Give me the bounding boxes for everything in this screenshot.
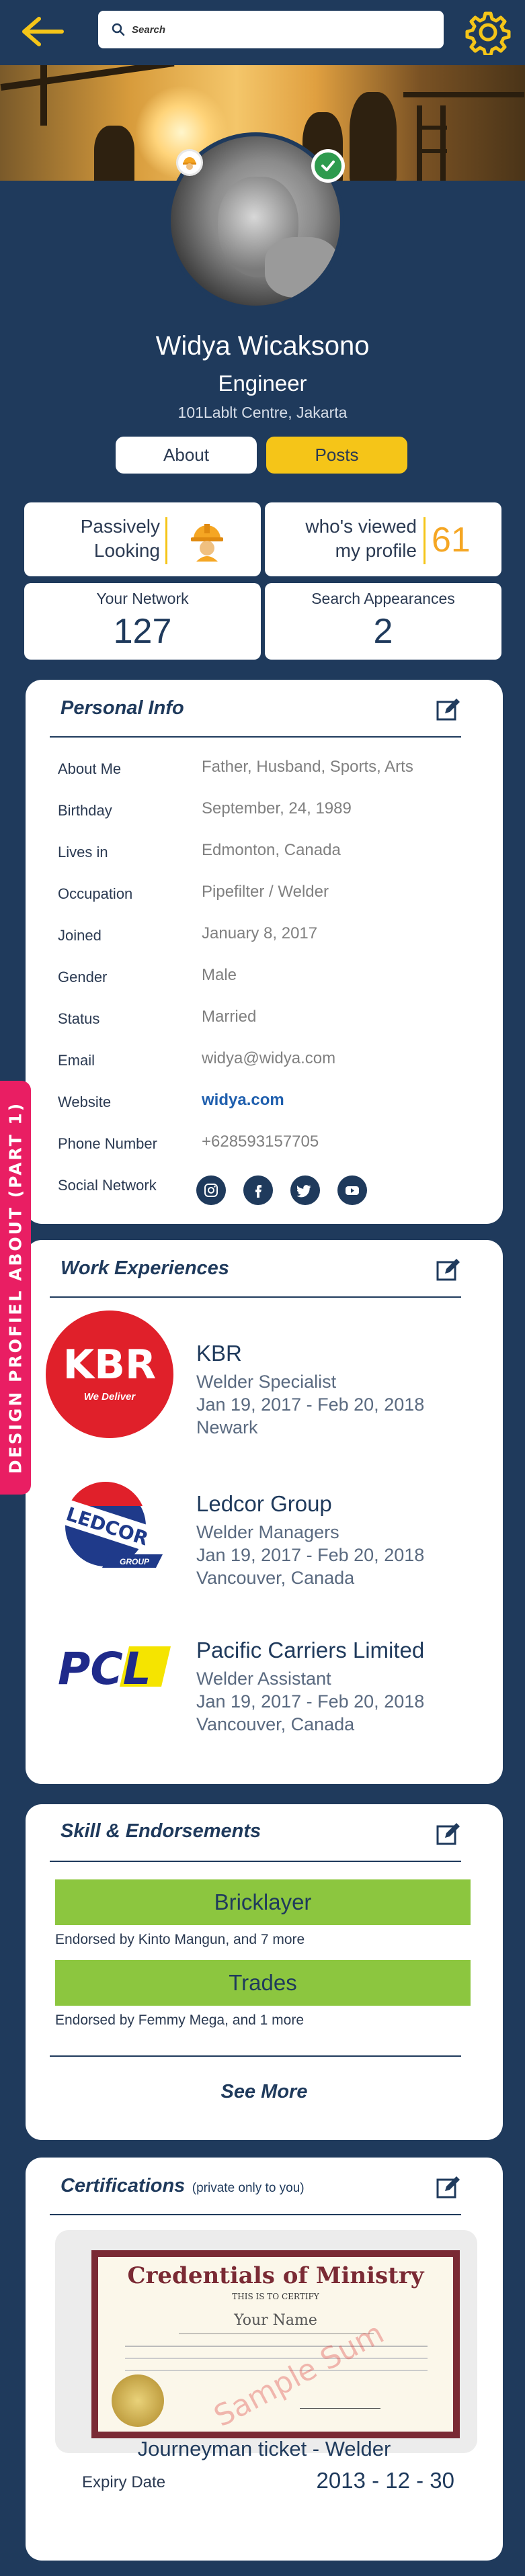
personal-info-title: Personal Info bbox=[60, 697, 184, 719]
gear-icon[interactable] bbox=[465, 9, 511, 55]
tab-posts[interactable]: Posts bbox=[266, 437, 407, 474]
edit-icon[interactable] bbox=[436, 697, 461, 723]
skills-title: Skill & Endorsements bbox=[60, 1820, 261, 1842]
skill-endorsement: Endorsed by Kinto Mangun, and 7 more bbox=[55, 1932, 305, 1947]
certificate-image: Credentials of Ministry THIS IS TO CERTI… bbox=[91, 2250, 460, 2438]
job-position: Welder Specialist bbox=[196, 1372, 337, 1392]
company-name: KBR bbox=[196, 1341, 242, 1366]
info-label: Phone Number bbox=[58, 1135, 157, 1152]
certificate-name: Journeyman ticket - Welder bbox=[137, 2437, 391, 2460]
facebook-icon[interactable] bbox=[243, 1175, 273, 1205]
info-value: September, 24, 1989 bbox=[202, 799, 352, 817]
skill-trades[interactable]: Trades bbox=[55, 1960, 471, 2006]
job-location: Vancouver, Canada bbox=[196, 1714, 355, 1734]
search-appearances-count: 2 bbox=[373, 612, 393, 651]
email-link[interactable]: widya@widya.com bbox=[202, 1049, 335, 1068]
skill-bricklayer[interactable]: Bricklayer bbox=[55, 1879, 471, 1925]
top-bar bbox=[0, 0, 525, 65]
company-name: Pacific Carriers Limited bbox=[196, 1638, 425, 1662]
worker-badge-icon bbox=[176, 149, 203, 176]
info-label: About Me bbox=[58, 760, 122, 777]
status-line2: Looking bbox=[93, 540, 160, 561]
ledcor-logo: LEDCOR GROUP bbox=[55, 1479, 169, 1580]
info-label: Social Network bbox=[58, 1177, 157, 1194]
personal-info-card: Personal Info About Me Father, Husband, S… bbox=[26, 680, 503, 1224]
viewed-line2: my profile bbox=[335, 540, 417, 561]
see-more-link[interactable]: See More bbox=[26, 2081, 503, 2103]
network-label: Your Network bbox=[96, 590, 189, 607]
profile-name: Widya Wicaksono bbox=[155, 331, 370, 361]
info-value: January 8, 2017 bbox=[202, 924, 318, 942]
skills-card: Skill & Endorsements Bricklayer Endorsed… bbox=[26, 1804, 503, 2140]
search-input[interactable] bbox=[132, 24, 428, 36]
company-name: Ledcor Group bbox=[196, 1491, 332, 1516]
job-dates: Jan 19, 2017 - Feb 20, 2018 bbox=[196, 1691, 425, 1712]
certifications-title-row: Certifications (private only to you) bbox=[60, 2175, 305, 2197]
job-position: Welder Assistant bbox=[196, 1669, 331, 1689]
verified-check-icon bbox=[311, 149, 345, 183]
search-appearances-card[interactable]: Search Appearances 2 bbox=[265, 583, 501, 660]
job-status-card[interactable]: Passively Looking bbox=[24, 502, 261, 576]
info-value: Father, Husband, Sports, Arts bbox=[202, 758, 413, 776]
worker-helmet-icon bbox=[191, 524, 223, 562]
info-label: Website bbox=[58, 1094, 112, 1110]
certificate-item[interactable]: Credentials of Ministry THIS IS TO CERTI… bbox=[55, 2230, 477, 2453]
edit-icon[interactable] bbox=[436, 1822, 461, 1847]
profile-location: 101Lablt Centre, Jakarta bbox=[177, 404, 348, 421]
kbr-logo: KBR We Deliver bbox=[46, 1311, 173, 1438]
side-ribbon: DESIGN PROFIEL ABOUT (PART 1) bbox=[0, 1081, 31, 1495]
job-position: Welder Managers bbox=[196, 1522, 339, 1542]
website-link[interactable]: widya.com bbox=[202, 1091, 284, 1110]
edit-icon[interactable] bbox=[436, 2175, 461, 2201]
job-dates: Jan 19, 2017 - Feb 20, 2018 bbox=[196, 1545, 425, 1565]
svg-text:GROUP: GROUP bbox=[120, 1557, 150, 1566]
info-label: Joined bbox=[58, 927, 102, 944]
job-dates: Jan 19, 2017 - Feb 20, 2018 bbox=[196, 1394, 425, 1415]
search-icon bbox=[112, 23, 125, 36]
expiry-value: 2013 - 12 - 30 bbox=[316, 2468, 454, 2493]
skill-endorsement: Endorsed by Femmy Mega, and 1 more bbox=[55, 2012, 305, 2028]
back-arrow-icon[interactable] bbox=[19, 15, 65, 48]
edit-icon[interactable] bbox=[436, 1257, 461, 1283]
tab-about[interactable]: About bbox=[116, 437, 257, 474]
network-card[interactable]: Your Network 127 bbox=[24, 583, 261, 660]
certifications-privacy-note: (private only to you) bbox=[192, 2181, 305, 2195]
info-label: Gender bbox=[58, 969, 108, 985]
side-ribbon-label: DESIGN PROFIEL ABOUT (PART 1) bbox=[5, 1101, 26, 1474]
info-value: Edmonton, Canada bbox=[202, 841, 341, 859]
viewed-line1: who's viewed bbox=[305, 516, 417, 537]
pcl-logo: PCL bbox=[55, 1640, 176, 1695]
work-experiences-title: Work Experiences bbox=[60, 1257, 229, 1279]
search-appearances-label: Search Appearances bbox=[311, 590, 455, 607]
job-location: Vancouver, Canada bbox=[196, 1568, 355, 1588]
work-experiences-card: Work Experiences KBR We Deliver KBR Weld… bbox=[26, 1240, 503, 1784]
info-value: Male bbox=[202, 966, 237, 984]
info-value: +628593157705 bbox=[202, 1132, 319, 1151]
expiry-label: Expiry Date bbox=[82, 2473, 166, 2491]
certificate-heading: Credentials of Ministry bbox=[127, 2262, 424, 2289]
profile-role: Engineer bbox=[218, 371, 307, 396]
info-value: Married bbox=[202, 1008, 257, 1026]
info-label: Status bbox=[58, 1010, 100, 1027]
network-count: 127 bbox=[113, 612, 172, 651]
job-location: Newark bbox=[196, 1417, 258, 1437]
info-label: Email bbox=[58, 1052, 95, 1069]
twitter-icon[interactable] bbox=[290, 1175, 320, 1205]
svg-text:PCL: PCL bbox=[58, 1643, 151, 1693]
youtube-icon[interactable] bbox=[337, 1175, 367, 1205]
info-label: Birthday bbox=[58, 802, 112, 819]
certifications-title: Certifications bbox=[60, 2175, 186, 2196]
profile-views-card[interactable]: who's viewed my profile 61 bbox=[265, 502, 501, 576]
search-bar[interactable] bbox=[98, 11, 444, 48]
status-line1: Passively bbox=[80, 516, 160, 537]
certifications-card: Certifications (private only to you) Cre… bbox=[26, 2158, 503, 2561]
info-label: Occupation bbox=[58, 885, 133, 902]
profile-views-count: 61 bbox=[432, 521, 471, 560]
info-value: Pipefilter / Welder bbox=[202, 883, 329, 901]
instagram-icon[interactable] bbox=[196, 1175, 226, 1205]
info-label: Lives in bbox=[58, 844, 108, 860]
